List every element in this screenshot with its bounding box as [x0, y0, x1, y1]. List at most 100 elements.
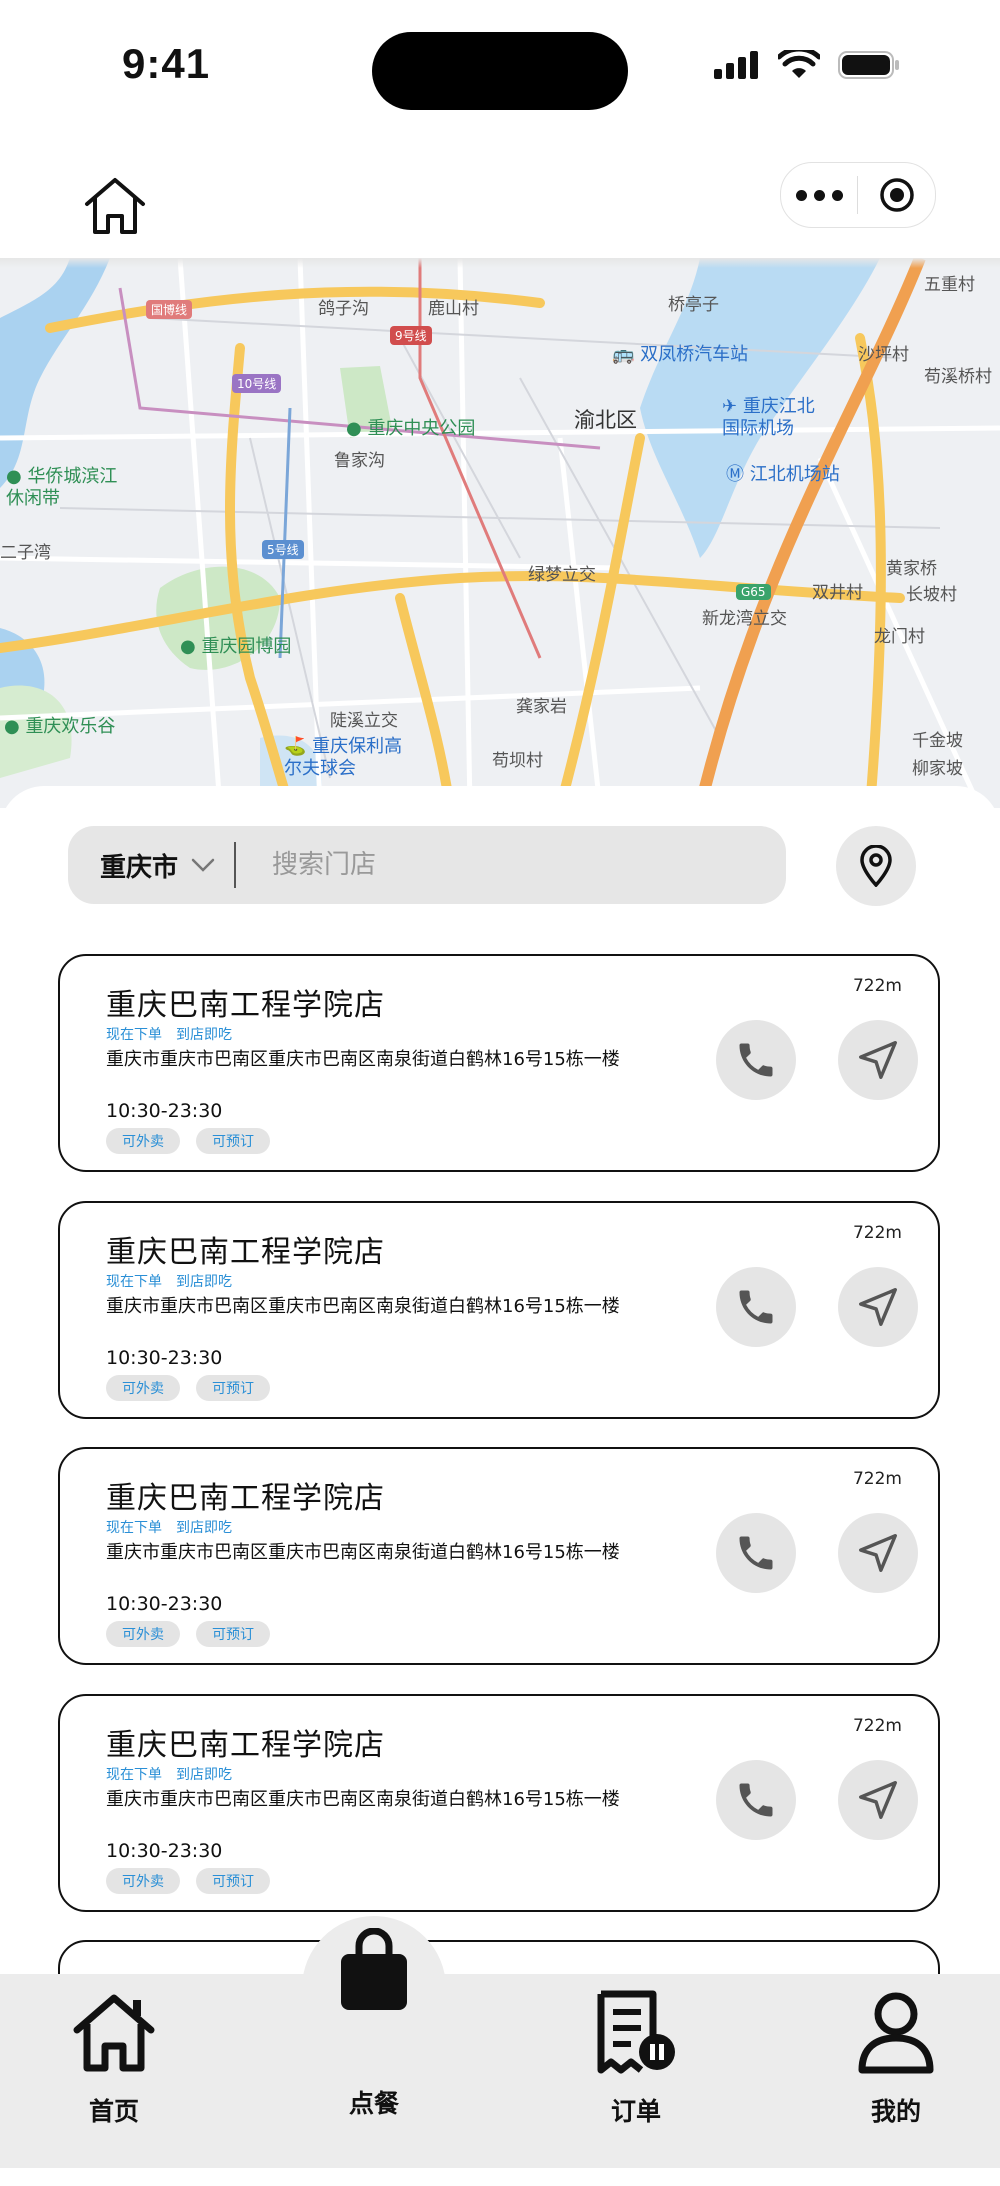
map-label-shuangjingcun: 双井村 [812, 583, 863, 603]
store-distance: 722m [852, 976, 902, 996]
badge-reserve: 可预订 [196, 1128, 270, 1154]
map-line-guobo: 国博线 [146, 300, 193, 319]
home-button[interactable] [82, 176, 148, 236]
navigate-store-button[interactable] [838, 1513, 918, 1593]
store-distance: 722m [852, 1469, 902, 1489]
map-poi-garden-expo: ● 重庆园博园 [180, 636, 292, 657]
map-label-shashaocun: 沙坪村 [858, 345, 909, 365]
store-service-tags: 现在下单 到店即吃 [106, 1271, 232, 1291]
map-label-gezigou: 鸽子沟 [318, 299, 369, 319]
status-bar: 9:41 [0, 0, 1000, 140]
tag-eat-on-arrival: 到店即吃 [176, 1274, 232, 1290]
chevron-down-icon[interactable] [190, 855, 216, 875]
status-icons [714, 50, 900, 80]
home-outline-icon [85, 178, 145, 234]
tag-eat-on-arrival: 到店即吃 [176, 1520, 232, 1536]
map-poi-airport-station: Ⓜ 江北机场站 [726, 464, 840, 485]
map-label-goupixicun: 苟溪桥村 [924, 367, 992, 387]
tab-mine[interactable]: 我的 [826, 1990, 966, 2128]
tab-home[interactable]: 首页 [44, 1990, 184, 2128]
store-badges: 可外卖 可预订 [106, 1128, 270, 1154]
map-label-yubei-district: 渝北区 [574, 408, 637, 432]
store-search-input[interactable] [270, 849, 715, 881]
navigate-store-button[interactable] [838, 1760, 918, 1840]
map-label-huangjiaqiao: 黄家桥 [886, 559, 937, 579]
tag-order-now: 现在下单 [106, 1274, 162, 1290]
phone-icon [739, 1043, 773, 1077]
call-store-button[interactable] [716, 1267, 796, 1347]
tag-order-now: 现在下单 [106, 1767, 162, 1783]
store-address: 重庆市重庆市巴南区重庆市巴南区南泉街道白鹤林16号15栋一楼 [106, 1542, 620, 1563]
call-store-button[interactable] [716, 1760, 796, 1840]
navigation-arrow-icon [859, 1288, 897, 1326]
call-store-button[interactable] [716, 1020, 796, 1100]
battery-icon [838, 51, 899, 79]
store-distance: 722m [852, 1223, 902, 1243]
map-base [0, 258, 1000, 808]
shopping-bag-icon [341, 1928, 407, 2010]
map-g65: G65 [736, 584, 771, 600]
store-name: 重庆巴南工程学院店 [106, 1728, 385, 1763]
map-poi-poly-golf: ⛳ 重庆保利高尔夫球会 [284, 736, 403, 779]
store-card[interactable]: 重庆巴南工程学院店 722m 现在下单 到店即吃 重庆市重庆市巴南区重庆市巴南区… [58, 1694, 940, 1912]
navigate-store-button[interactable] [838, 1020, 918, 1100]
map-line-10: 10号线 [232, 374, 282, 393]
tab-order-food-label: 点餐 [348, 2089, 399, 2118]
map-label-liujiapo: 柳家坡 [912, 759, 963, 779]
badge-delivery: 可外卖 [106, 1375, 180, 1401]
nav-bar [0, 140, 1000, 260]
map-label-lushancun: 鹿山村 [428, 299, 479, 319]
map-label-qiaotingzi: 桥亭子 [668, 295, 719, 315]
badge-reserve: 可预订 [196, 1375, 270, 1401]
more-options-button[interactable] [781, 163, 857, 227]
location-pin-icon [860, 845, 892, 887]
map-poi-happy-valley: ● 重庆欢乐谷 [4, 716, 116, 737]
store-service-tags: 现在下单 到店即吃 [106, 1024, 232, 1044]
map-label-goubacun: 苟坝村 [492, 751, 543, 771]
store-name: 重庆巴南工程学院店 [106, 1481, 385, 1516]
tag-order-now: 现在下单 [106, 1027, 162, 1043]
map-label-longmencun: 龙门村 [874, 627, 925, 647]
map-line-9: 9号线 [390, 326, 432, 345]
phone-icon [739, 1290, 773, 1324]
tab-orders-label: 订单 [610, 2097, 661, 2126]
map-label-gongjiayan: 龚家岩 [516, 697, 567, 717]
map-label-xinlongwan: 新龙湾立交 [702, 609, 787, 629]
tag-order-now: 现在下单 [106, 1520, 162, 1536]
navigation-arrow-icon [859, 1781, 897, 1819]
map-label-changpocun: 长坡村 [906, 585, 957, 605]
user-icon [858, 1992, 934, 2074]
call-store-button[interactable] [716, 1513, 796, 1593]
dynamic-island [372, 32, 628, 110]
store-badges: 可外卖 可预订 [106, 1868, 270, 1894]
navigate-store-button[interactable] [838, 1267, 918, 1347]
map-poi-huaqiao: ● 华侨城滨江休闲带 [6, 466, 118, 509]
store-card[interactable]: 重庆巴南工程学院店 722m 现在下单 到店即吃 重庆市重庆市巴南区重庆市巴南区… [58, 1201, 940, 1419]
store-card[interactable]: 重庆巴南工程学院店 722m 现在下单 到店即吃 重庆市重庆市巴南区重庆市巴南区… [58, 1447, 940, 1665]
store-service-tags: 现在下单 到店即吃 [106, 1764, 232, 1784]
store-hours: 10:30-23:30 [106, 1593, 223, 1615]
badge-delivery: 可外卖 [106, 1868, 180, 1894]
store-hours: 10:30-23:30 [106, 1840, 223, 1862]
store-address: 重庆市重庆市巴南区重庆市巴南区南泉街道白鹤林16号15栋一楼 [106, 1049, 620, 1070]
map-label-lujiagou: 鲁家沟 [334, 451, 385, 471]
close-program-button[interactable] [858, 177, 935, 213]
badge-delivery: 可外卖 [106, 1621, 180, 1647]
store-name: 重庆巴南工程学院店 [106, 1235, 385, 1270]
map-label-wuzhongcun: 五重村 [924, 275, 975, 295]
tab-orders[interactable]: 订单 [566, 1990, 706, 2128]
map-line-5: 5号线 [262, 540, 304, 559]
map-label-qianjinpo: 千金坡 [912, 731, 963, 751]
navigation-arrow-icon [859, 1041, 897, 1079]
store-card[interactable]: 重庆巴南工程学院店 722m 现在下单 到店即吃 重庆市重庆市巴南区重庆市巴南区… [58, 954, 940, 1172]
map-label-lingxi: 陡溪立交 [330, 711, 398, 731]
receipt-icon [597, 1990, 675, 2074]
tag-eat-on-arrival: 到店即吃 [176, 1767, 232, 1783]
tab-order-food[interactable]: 点餐 [304, 1928, 444, 2120]
locate-button[interactable] [836, 826, 916, 906]
map-poi-shuangfengqiao: 🚌 双凤桥汽车站 [612, 344, 749, 365]
store-distance: 722m [852, 1716, 902, 1736]
store-map[interactable]: 国博线 9号线 10号线 5号线 G65 鸽子沟 鹿山村 桥亭子 五重村 沙坪村… [0, 258, 1000, 808]
city-selector[interactable]: 重庆市 [100, 847, 178, 884]
status-time: 9:41 [122, 40, 211, 87]
